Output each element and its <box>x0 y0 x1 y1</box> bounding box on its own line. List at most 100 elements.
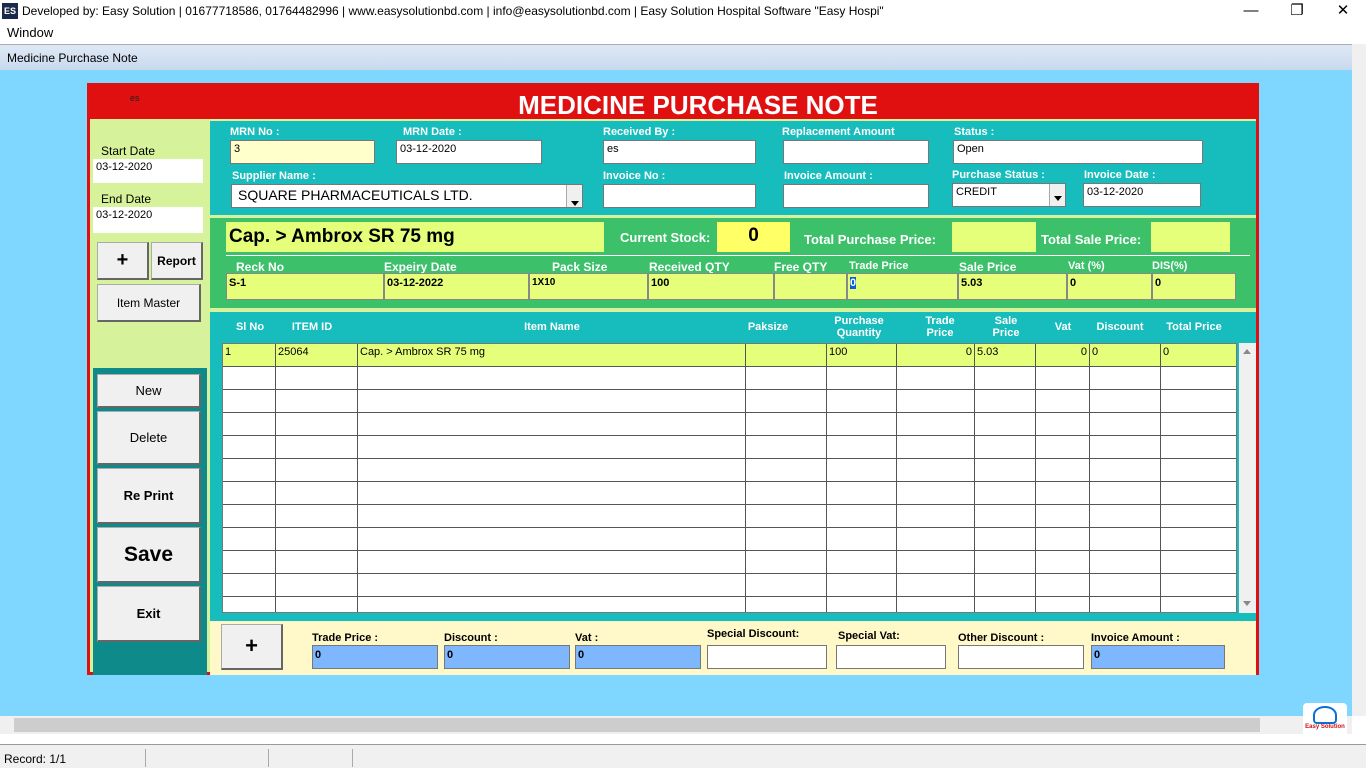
table-cell[interactable] <box>1090 390 1161 413</box>
dis-field[interactable]: 0 <box>1152 273 1236 300</box>
table-cell[interactable] <box>827 413 897 436</box>
table-cell[interactable] <box>1090 505 1161 528</box>
table-row[interactable]: 1 25064 Cap. > Ambrox SR 75 mg 100 0 5.03 0 0 0 <box>223 344 1236 367</box>
table-cell[interactable] <box>975 459 1036 482</box>
table-row[interactable] <box>223 482 1236 505</box>
delete-button[interactable]: Delete <box>97 411 201 465</box>
supplier-select[interactable]: SQUARE PHARMACEUTICALS LTD. <box>231 184 583 208</box>
table-cell[interactable] <box>1161 505 1236 528</box>
table-cell[interactable] <box>1161 459 1236 482</box>
table-row[interactable] <box>223 390 1236 413</box>
table-cell[interactable] <box>975 367 1036 390</box>
table-cell[interactable]: Cap. > Ambrox SR 75 mg <box>358 344 746 367</box>
table-cell[interactable] <box>975 574 1036 597</box>
table-cell[interactable] <box>746 436 827 459</box>
table-cell[interactable] <box>276 597 358 612</box>
table-cell[interactable] <box>1036 505 1090 528</box>
table-cell[interactable] <box>746 597 827 612</box>
report-button[interactable]: Report <box>151 242 203 280</box>
table-row[interactable] <box>223 459 1236 482</box>
table-cell[interactable] <box>358 367 746 390</box>
scroll-thumb[interactable] <box>14 718 1260 732</box>
table-cell[interactable] <box>746 528 827 551</box>
vat-field[interactable]: 0 <box>1067 273 1152 300</box>
table-cell[interactable] <box>223 482 276 505</box>
invoice-no-field[interactable] <box>603 184 756 208</box>
table-cell[interactable] <box>276 367 358 390</box>
table-cell[interactable] <box>223 505 276 528</box>
table-cell[interactable] <box>276 413 358 436</box>
table-cell[interactable] <box>1090 482 1161 505</box>
table-cell[interactable] <box>1161 367 1236 390</box>
table-cell[interactable] <box>358 482 746 505</box>
exit-button[interactable]: Exit <box>97 586 201 642</box>
table-cell[interactable] <box>897 551 975 574</box>
table-cell[interactable] <box>358 551 746 574</box>
table-cell[interactable] <box>746 551 827 574</box>
trade-price-field[interactable]: 0 <box>847 273 958 300</box>
table-row[interactable] <box>223 505 1236 528</box>
item-grid[interactable]: 1 25064 Cap. > Ambrox SR 75 mg 100 0 5.03 0 0 0 <box>222 343 1237 613</box>
special-vat-field[interactable] <box>836 645 946 669</box>
table-cell[interactable] <box>276 528 358 551</box>
table-cell[interactable] <box>358 390 746 413</box>
table-cell[interactable] <box>1036 459 1090 482</box>
table-cell[interactable] <box>746 505 827 528</box>
scroll-down-icon[interactable] <box>1243 601 1251 606</box>
table-cell[interactable] <box>223 528 276 551</box>
table-cell[interactable] <box>897 367 975 390</box>
table-cell[interactable] <box>276 459 358 482</box>
table-row[interactable] <box>223 551 1236 574</box>
table-cell[interactable] <box>1036 367 1090 390</box>
table-cell[interactable] <box>746 413 827 436</box>
received-by-field[interactable]: es <box>603 140 756 164</box>
table-cell[interactable] <box>1161 528 1236 551</box>
table-cell[interactable] <box>897 390 975 413</box>
expiry-date-field[interactable]: 03-12-2022 <box>384 273 529 300</box>
close-button[interactable]: ✕ <box>1320 0 1366 24</box>
table-cell[interactable]: 0 <box>897 344 975 367</box>
table-cell[interactable] <box>1036 528 1090 551</box>
purchase-status-select[interactable]: CREDIT <box>952 183 1066 207</box>
table-cell[interactable] <box>827 551 897 574</box>
table-cell[interactable] <box>975 482 1036 505</box>
discount-total-field[interactable]: 0 <box>444 645 570 669</box>
table-cell[interactable] <box>276 574 358 597</box>
table-row[interactable] <box>223 574 1236 597</box>
table-cell[interactable] <box>223 436 276 459</box>
table-cell[interactable] <box>358 528 746 551</box>
new-button[interactable]: New <box>97 374 201 408</box>
vertical-scrollbar[interactable] <box>1352 44 1366 716</box>
table-cell[interactable] <box>1161 597 1236 612</box>
table-cell[interactable] <box>223 390 276 413</box>
vat-total-field[interactable]: 0 <box>575 645 701 669</box>
table-cell[interactable] <box>975 436 1036 459</box>
horizontal-scrollbar[interactable] <box>0 716 1352 734</box>
table-cell[interactable] <box>358 413 746 436</box>
menu-window[interactable]: Window <box>7 25 53 40</box>
table-cell[interactable] <box>975 505 1036 528</box>
save-button[interactable]: Save <box>97 527 201 583</box>
table-cell[interactable] <box>223 551 276 574</box>
pack-size-field[interactable]: 1X10 <box>529 273 648 300</box>
table-cell[interactable] <box>897 505 975 528</box>
table-cell[interactable]: 25064 <box>276 344 358 367</box>
start-date-field[interactable]: 03-12-2020 <box>93 159 203 183</box>
sale-price-field[interactable]: 5.03 <box>958 273 1067 300</box>
table-cell[interactable] <box>827 597 897 612</box>
table-cell[interactable]: 5.03 <box>975 344 1036 367</box>
table-cell[interactable] <box>827 505 897 528</box>
table-cell[interactable] <box>1090 459 1161 482</box>
table-cell[interactable] <box>897 459 975 482</box>
table-cell[interactable] <box>746 574 827 597</box>
table-cell[interactable] <box>1036 482 1090 505</box>
table-cell[interactable] <box>746 367 827 390</box>
table-cell[interactable] <box>975 413 1036 436</box>
table-cell[interactable] <box>746 459 827 482</box>
table-cell[interactable] <box>897 597 975 612</box>
add-row-button[interactable]: + <box>221 624 283 670</box>
table-cell[interactable] <box>1161 390 1236 413</box>
table-cell[interactable]: 0 <box>1036 344 1090 367</box>
table-cell[interactable] <box>746 344 827 367</box>
table-cell[interactable] <box>1161 413 1236 436</box>
